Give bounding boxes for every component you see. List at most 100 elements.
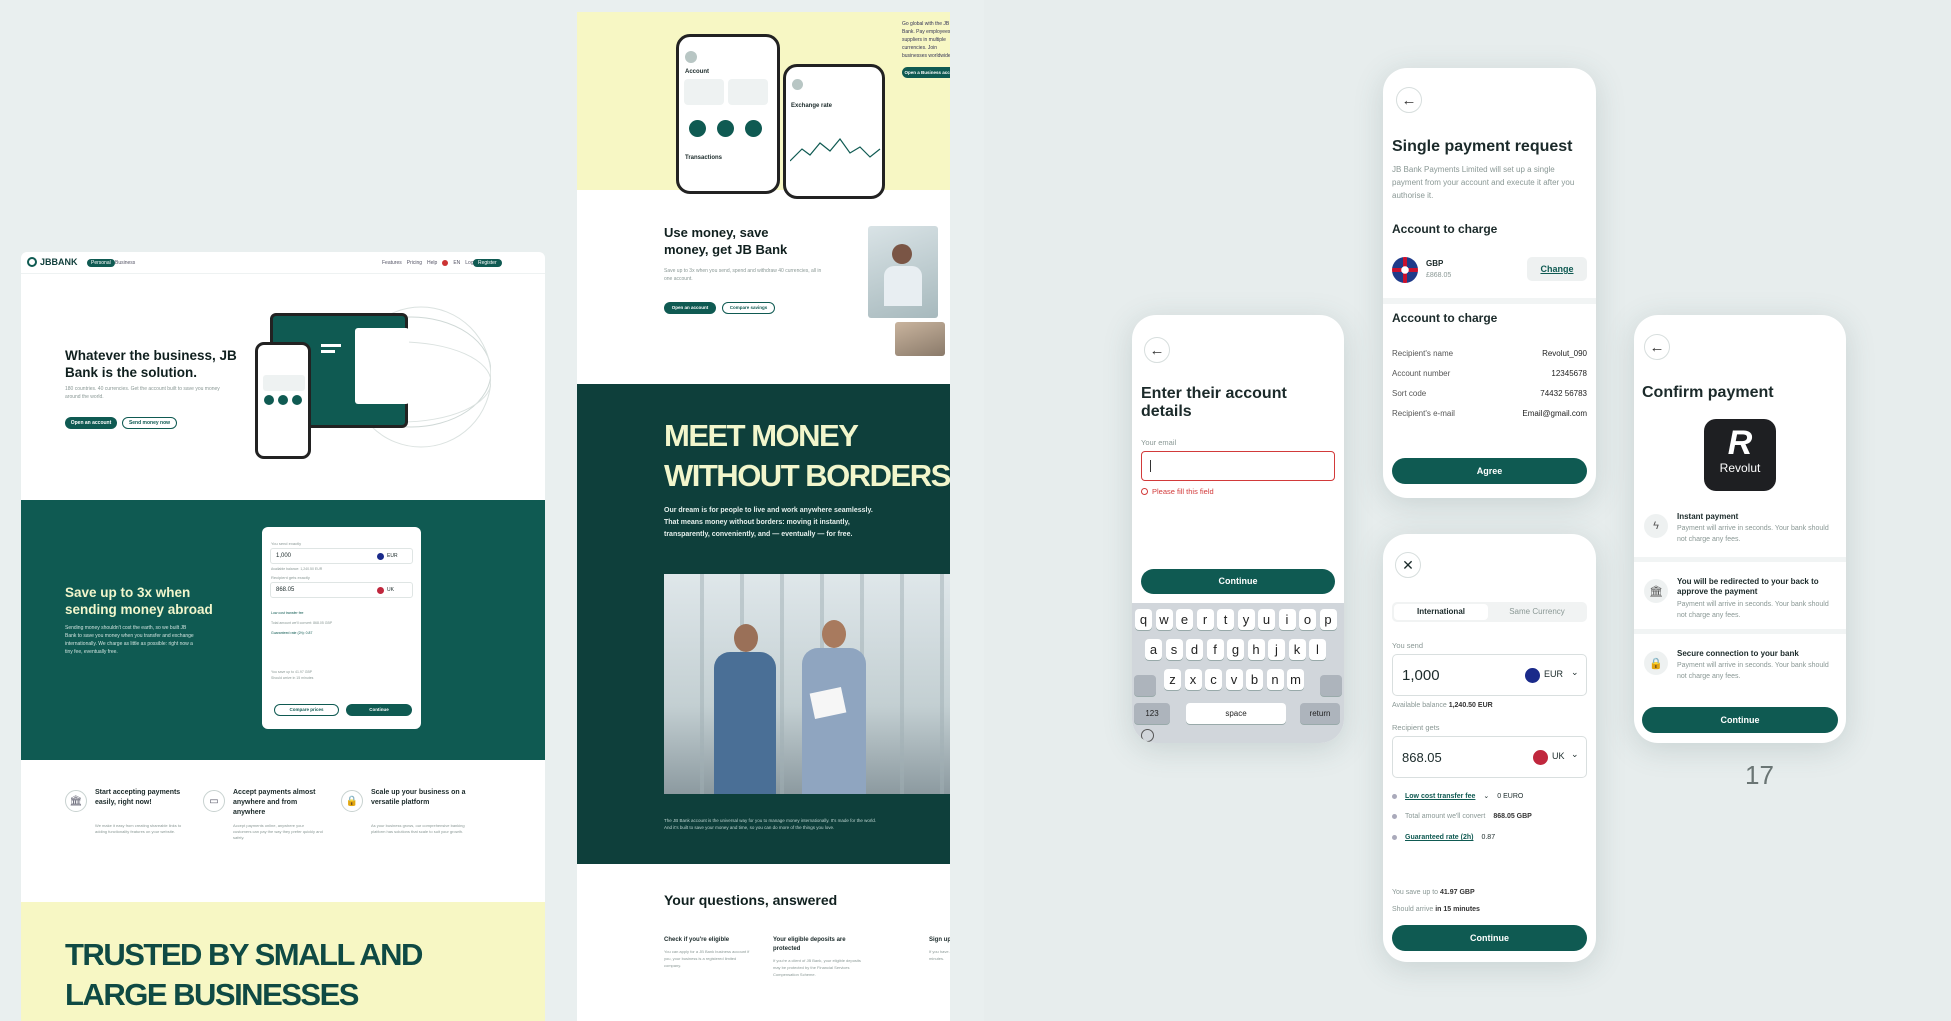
dot-icon	[1392, 835, 1397, 840]
balance-text: Available balance: 1,240.50 EUR	[271, 567, 323, 571]
key-j[interactable]: j	[1268, 639, 1285, 660]
key-g[interactable]: g	[1227, 639, 1244, 660]
send-money-button[interactable]: Send money now	[122, 417, 177, 429]
use-money-body: Save up to 3x when you send, spend and w…	[664, 268, 822, 282]
back-arrow-icon[interactable]: ←	[1644, 334, 1670, 360]
space-key[interactable]: space	[1186, 703, 1286, 724]
key-h[interactable]: h	[1247, 639, 1265, 660]
key-r[interactable]: r	[1196, 609, 1214, 630]
compare-savings-button[interactable]: Compare savings	[722, 302, 775, 314]
open-business-account-button[interactable]: Open a Business account	[902, 67, 950, 78]
currency-amount: £868.05	[1426, 272, 1452, 279]
error-icon	[1141, 488, 1148, 495]
key-y[interactable]: y	[1237, 609, 1255, 630]
open-account-button[interactable]: Open an account	[65, 417, 117, 429]
open-account-button-2[interactable]: Open an account	[664, 302, 716, 314]
gets-amount-field[interactable]: 868.05 UK	[270, 582, 413, 598]
key-k[interactable]: k	[1288, 639, 1306, 660]
faq-question: Sign up	[929, 937, 950, 943]
send-amount-field[interactable]: 1,000 EUR ⌄	[1392, 654, 1587, 696]
fee-text[interactable]: Low cost transfer fee	[271, 611, 304, 615]
key-x[interactable]: x	[1184, 669, 1202, 690]
key-v[interactable]: v	[1225, 669, 1243, 690]
key-c[interactable]: c	[1205, 669, 1222, 690]
feature-body: Accept payments online, anywhere your cu…	[233, 823, 323, 840]
currency-code: GBP	[1426, 259, 1444, 268]
continue-button[interactable]: Continue	[1642, 707, 1838, 733]
return-key[interactable]: return	[1300, 703, 1340, 724]
emoji-icon[interactable]	[1141, 729, 1154, 742]
key-u[interactable]: u	[1258, 609, 1275, 630]
back-arrow-icon[interactable]: ←	[1144, 337, 1170, 363]
uk-flag-icon	[1392, 257, 1418, 283]
info-body: Payment will arrive in seconds. Your ban…	[1677, 601, 1829, 619]
gets-amount-field[interactable]: 868.05 UK ⌄	[1392, 736, 1587, 778]
key-z[interactable]: z	[1164, 669, 1181, 690]
tab-same-currency[interactable]: Same Currency	[1490, 604, 1584, 620]
email-input[interactable]	[1141, 451, 1335, 481]
delete-key[interactable]	[1320, 675, 1342, 696]
key-a[interactable]: a	[1145, 639, 1162, 660]
divider	[1383, 298, 1596, 304]
app-preview-section: Go global with the JB Bank. Pay employee…	[577, 12, 950, 199]
key-l[interactable]: l	[1309, 639, 1326, 660]
logo[interactable]: JBBANK	[27, 257, 78, 267]
numbers-key[interactable]: 123	[1134, 703, 1170, 724]
meet-money-footer: The JB Bank account is the universal way…	[664, 818, 877, 830]
nav-link-features[interactable]: Features	[382, 260, 402, 266]
nav-link-lang[interactable]: EN	[453, 260, 460, 266]
tab-international[interactable]: International	[1394, 604, 1488, 620]
app-phone-account: Account Transactions	[676, 34, 780, 194]
key-b[interactable]: b	[1246, 669, 1263, 690]
tab-personal[interactable]: Personal	[87, 259, 115, 267]
rate-link[interactable]: Guaranteed rate (2h)	[1405, 834, 1473, 841]
detail-row: Account number 12345678	[1392, 369, 1587, 378]
register-button[interactable]: Register	[473, 259, 502, 267]
send-currency[interactable]: EUR	[387, 553, 398, 559]
continue-button[interactable]: Continue	[346, 704, 412, 716]
key-w[interactable]: w	[1155, 609, 1173, 630]
faq-item[interactable]: Your eligible deposits are protected If …	[773, 936, 868, 978]
tab-business[interactable]: Business	[115, 260, 135, 266]
nav-link-help[interactable]: Help	[427, 260, 437, 266]
faq-item[interactable]: Check if you're eligible You can apply f…	[664, 936, 754, 969]
rate-text[interactable]: Guaranteed rate (2h): 0.87	[271, 631, 312, 635]
key-e[interactable]: e	[1176, 609, 1193, 630]
agree-button[interactable]: Agree	[1392, 458, 1587, 484]
error-message: Please fill this field	[1141, 487, 1214, 496]
send-currency[interactable]: EUR	[1544, 669, 1563, 679]
key-t[interactable]: t	[1217, 609, 1234, 630]
keyboard: qwertyuiop asdfghjkl zxcvbnm 123 space r…	[1132, 603, 1344, 743]
send-value: 1,000	[276, 553, 292, 559]
key-o[interactable]: o	[1299, 609, 1316, 630]
close-icon[interactable]: ✕	[1395, 552, 1421, 578]
gets-currency[interactable]: UK	[387, 587, 394, 593]
key-s[interactable]: s	[1165, 639, 1183, 660]
shift-key[interactable]	[1134, 675, 1156, 696]
save-section: Save up to 3x when sending money abroad …	[21, 500, 545, 760]
app-phone-exchange: Exchange rate	[783, 64, 885, 199]
continue-button[interactable]: Continue	[1392, 925, 1587, 951]
key-f[interactable]: f	[1206, 639, 1224, 660]
send-amount-field[interactable]: 1,000 EUR	[270, 548, 413, 564]
feature-list: 🏛 Start accepting payments easily, right…	[65, 788, 485, 868]
key-n[interactable]: n	[1266, 669, 1284, 690]
back-arrow-icon[interactable]: ←	[1396, 87, 1422, 113]
key-i[interactable]: i	[1278, 609, 1296, 630]
nav-link-pricing[interactable]: Pricing	[407, 260, 422, 266]
continue-button[interactable]: Continue	[1141, 569, 1335, 594]
fee-link[interactable]: Low cost transfer fee	[1405, 793, 1475, 800]
revolut-logo: R Revolut	[1704, 419, 1776, 491]
change-button[interactable]: Change	[1527, 257, 1587, 281]
rate-graph	[790, 138, 881, 162]
key-m[interactable]: m	[1287, 669, 1304, 690]
faq-answer: If you have a business, sign up in minut…	[929, 949, 950, 961]
key-q[interactable]: q	[1135, 609, 1152, 630]
key-d[interactable]: d	[1186, 639, 1203, 660]
account-details-title: Enter their account details	[1141, 385, 1287, 420]
compare-prices-button[interactable]: Compare prices	[274, 704, 339, 716]
faq-item[interactable]: Sign up If you have a business, sign up …	[929, 936, 950, 962]
gets-currency[interactable]: UK	[1552, 751, 1565, 761]
faq-question: Your eligible deposits are protected	[773, 937, 846, 952]
key-p[interactable]: p	[1319, 609, 1337, 630]
